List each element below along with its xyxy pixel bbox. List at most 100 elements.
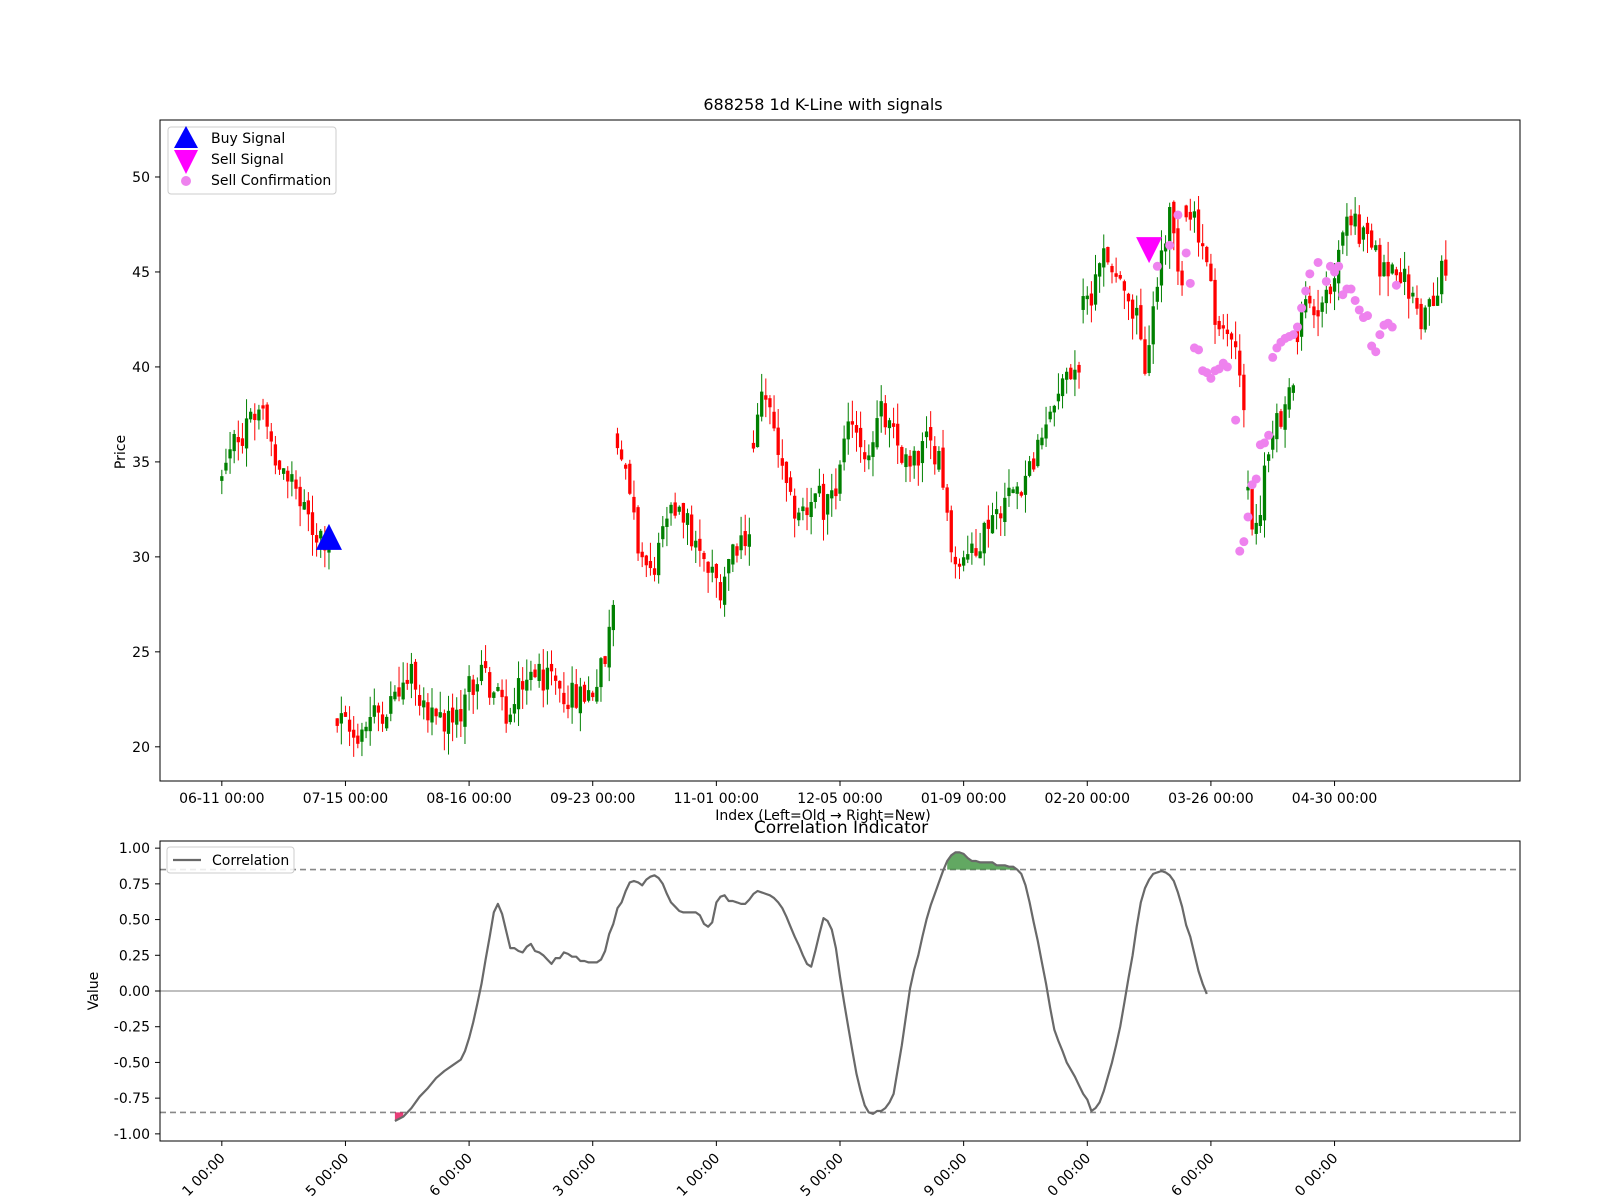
candle-body [788, 477, 793, 492]
candle-body [797, 512, 801, 521]
candle-body [298, 486, 302, 507]
kline-x-ticks: 06-11 00:00 07-15 00:00 08-16 00:00 09-23 0… [179, 781, 1377, 807]
candle-body [413, 661, 418, 690]
candle-body [455, 709, 459, 725]
candle-body [521, 681, 525, 690]
candle-body [1052, 405, 1056, 413]
candle-body [1423, 307, 1427, 330]
candle-body [722, 576, 727, 605]
candle-body [290, 474, 294, 482]
candle-body [1229, 333, 1234, 340]
candle-body [710, 566, 714, 573]
candle-body [1283, 404, 1287, 430]
candle-body [846, 421, 850, 440]
correlation-legend: Correlation [166, 846, 295, 874]
sell-confirmation-point [1251, 474, 1261, 484]
candle-body [640, 551, 644, 558]
candle-body [1242, 374, 1246, 411]
correlation-y-tick-label: 1.00 [119, 841, 150, 857]
candle-body [1233, 341, 1238, 348]
candle-body [1312, 306, 1316, 316]
candle-body [685, 513, 690, 525]
candle-body [1196, 209, 1201, 243]
correlation-line [394, 851, 1208, 1122]
candle-body [1262, 465, 1267, 521]
kline-x-tick-label: 12-05 00:00 [797, 791, 882, 807]
candle-body [566, 704, 570, 710]
candle-body [401, 682, 405, 700]
sell-confirmation-point [1194, 345, 1204, 355]
candle-body [916, 450, 920, 466]
candle-body [632, 496, 636, 513]
candle-body [933, 446, 937, 465]
candle-body [743, 531, 747, 547]
kline-x-tick-label: 03-26 00:00 [1168, 791, 1253, 807]
candle-body [591, 692, 595, 698]
candle-body [1155, 286, 1159, 302]
candle-body [1287, 387, 1291, 410]
candle-body [747, 534, 751, 547]
candle-body [1308, 295, 1312, 304]
kline-y-tick-label: 45 [132, 265, 150, 281]
candle-body [1032, 458, 1036, 470]
candle-body [508, 714, 512, 723]
correlation-y-label: Value [86, 972, 102, 1010]
sell-confirmation-point [1346, 284, 1356, 294]
candle-body [1415, 297, 1419, 309]
kline-y-tick-label: 35 [132, 455, 150, 471]
kline-plot-frame [159, 119, 1521, 782]
candle-body [999, 513, 1003, 519]
candle-body [1374, 245, 1378, 251]
sell-confirmation-point [1321, 276, 1331, 286]
candle-body [615, 433, 620, 449]
candle-body [1386, 261, 1390, 277]
candle-body [1019, 492, 1023, 496]
candle-body [661, 526, 665, 540]
candle-body [772, 411, 776, 429]
sell-confirmation-point [1231, 415, 1241, 425]
candle-body [483, 661, 488, 669]
kline-y-tick-label: 50 [132, 170, 150, 186]
candle-body [1369, 230, 1374, 248]
legend-sell-label: Sell Signal [211, 152, 284, 168]
kline-panel: 688258 1d K-Line with signals 20 25 30 35 40… [113, 95, 1521, 824]
sell-confirmation-point [1288, 330, 1298, 340]
candle-body [850, 421, 855, 425]
candle-body [352, 729, 356, 738]
candle-body [586, 690, 591, 701]
candle-body [1266, 454, 1271, 461]
candle-body [891, 423, 896, 427]
candle-body [1192, 211, 1197, 218]
candle-body [405, 679, 409, 684]
correlation-x-tick-label: 1 00:00 [674, 1151, 723, 1200]
correlation-x-tick-label: 3 00:00 [550, 1151, 599, 1200]
kline-x-tick-label: 06-11 00:00 [179, 791, 264, 807]
sell-confirmation-point [1313, 257, 1323, 267]
candle-body [1205, 246, 1209, 263]
candle-body [1007, 487, 1011, 497]
candle-body [434, 708, 438, 717]
candle-body [1291, 385, 1295, 393]
candle-body [471, 679, 475, 695]
candle-body [966, 554, 970, 560]
candle-body [879, 401, 883, 417]
candle-body [953, 556, 958, 565]
candle-body [446, 710, 451, 734]
candle-body [492, 692, 496, 698]
candle-body [817, 485, 822, 494]
candle-body [784, 461, 789, 484]
correlation-x-ticks: 1 00:00 5 00:00 6 00:00 3 00:00 1 00:00 5 00:… [179, 1141, 1341, 1200]
candle-body [599, 658, 603, 688]
candle-body [1353, 213, 1357, 227]
candle-body [1320, 302, 1324, 312]
legend-buy-label: Buy Signal [211, 131, 285, 147]
candle-body [1444, 259, 1448, 276]
candle-body [1382, 262, 1386, 277]
kline-y-tick-label: 25 [132, 645, 150, 661]
candle-body [689, 514, 694, 547]
candle-body [1130, 299, 1135, 319]
candle-body [1209, 263, 1213, 282]
candle-body [488, 672, 492, 698]
candle-body [422, 700, 426, 708]
threshold-fills [394, 852, 1018, 1121]
